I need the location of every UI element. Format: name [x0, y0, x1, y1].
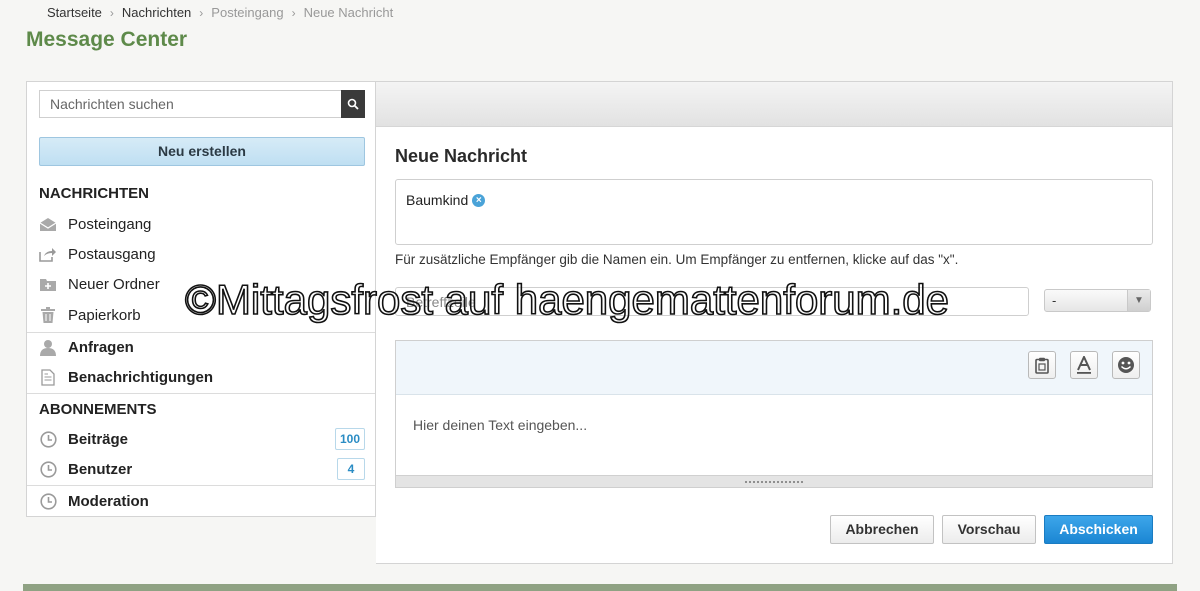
user-icon: [39, 338, 57, 356]
count-badge: 4: [337, 458, 365, 480]
recipient-tag: Baumkind ×: [406, 192, 486, 208]
sidebar-item-requests[interactable]: Anfragen: [39, 336, 365, 358]
clipboard-icon: [1035, 357, 1049, 374]
sidebar-item-inbox[interactable]: Posteingang: [39, 213, 365, 235]
clock-icon: [39, 430, 57, 448]
chevron-down-icon: ▼: [1127, 290, 1150, 311]
inbox-icon: [39, 215, 57, 233]
new-folder-icon: [39, 275, 57, 293]
sidebar-item-label: Posteingang: [68, 215, 152, 233]
sidebar-item-label: Neuer Ordner: [68, 275, 160, 293]
search-box: [39, 90, 365, 118]
clock-icon: [39, 460, 57, 478]
smiley-icon: [1118, 357, 1134, 373]
search-button[interactable]: [341, 90, 365, 118]
search-input[interactable]: [40, 91, 340, 117]
message-editor: Hier deinen Text eingeben...: [395, 340, 1153, 488]
trash-icon: [39, 306, 57, 324]
cancel-button[interactable]: Abbrechen: [830, 515, 934, 544]
sidebar-item-label: Papierkorb: [68, 306, 141, 324]
editor-textarea[interactable]: Hier deinen Text eingeben...: [413, 417, 587, 433]
outbox-icon: [39, 245, 57, 263]
breadcrumb-current: Neue Nachricht: [303, 5, 394, 20]
sidebar-item-moderation[interactable]: Moderation: [39, 490, 365, 512]
preview-button[interactable]: Vorschau: [942, 515, 1036, 544]
watermark: ©Mittagsfrost auf haengemattenforum.de: [184, 275, 950, 324]
editor-toolbar: [396, 341, 1152, 395]
new-message-button[interactable]: Neu erstellen: [39, 137, 365, 166]
footer-bar: [23, 584, 1177, 591]
search-icon: [347, 98, 359, 110]
sidebar-item-label: Postausgang: [68, 245, 156, 263]
recipients-hint: Für zusätzliche Empfänger gib die Namen …: [395, 252, 959, 267]
clock-icon: [39, 492, 57, 510]
count-badge: 100: [334, 428, 365, 450]
sidebar-item-label: Benutzer: [68, 460, 133, 478]
sidebar-item-label: Anfragen: [68, 338, 134, 356]
resize-handle[interactable]: [396, 475, 1152, 487]
grip-icon: [744, 479, 804, 484]
sidebar-item-label: Benachrichtigungen: [68, 368, 214, 386]
messages-heading: NACHRICHTEN: [39, 185, 149, 202]
breadcrumb-home[interactable]: Startseite: [47, 5, 102, 20]
sidebar-item-outbox[interactable]: Postausgang: [39, 243, 365, 265]
sidebar-item-posts[interactable]: Beiträge 100: [39, 428, 365, 450]
chevron-right-icon: ›: [291, 5, 296, 20]
panel-header: [376, 82, 1172, 127]
sidebar-item-label: Beiträge: [68, 430, 129, 448]
breadcrumb-messages[interactable]: Nachrichten: [122, 5, 191, 20]
breadcrumb-inbox[interactable]: Posteingang: [211, 5, 283, 20]
chevron-right-icon: ›: [199, 5, 204, 20]
sidebar-item-users[interactable]: Benutzer 4: [39, 458, 365, 480]
select-value: -: [1052, 293, 1057, 308]
emoji-button[interactable]: [1112, 351, 1140, 379]
page-title: Message Center: [26, 28, 188, 51]
text-format-button[interactable]: [1070, 351, 1098, 379]
send-button[interactable]: Abschicken: [1044, 515, 1153, 544]
breadcrumb: Startseite › Nachrichten › Posteingang ›…: [47, 5, 393, 20]
divider: [27, 393, 375, 394]
font-icon: [1077, 356, 1091, 374]
sidebar-item-label: Moderation: [68, 492, 149, 510]
divider: [27, 485, 375, 486]
sidebar-item-notifications[interactable]: Benachrichtigungen: [39, 366, 365, 388]
divider: [27, 332, 375, 333]
clipboard-button[interactable]: [1028, 351, 1056, 379]
recipients-field[interactable]: Baumkind ×: [395, 179, 1153, 245]
icon-select[interactable]: - ▼: [1044, 289, 1151, 312]
remove-recipient-icon[interactable]: ×: [472, 193, 486, 207]
compose-title: Neue Nachricht: [395, 146, 528, 166]
recipient-name: Baumkind: [406, 192, 469, 208]
chevron-right-icon: ›: [109, 5, 114, 20]
subscriptions-heading: ABONNEMENTS: [39, 401, 157, 418]
document-icon: [39, 368, 57, 386]
